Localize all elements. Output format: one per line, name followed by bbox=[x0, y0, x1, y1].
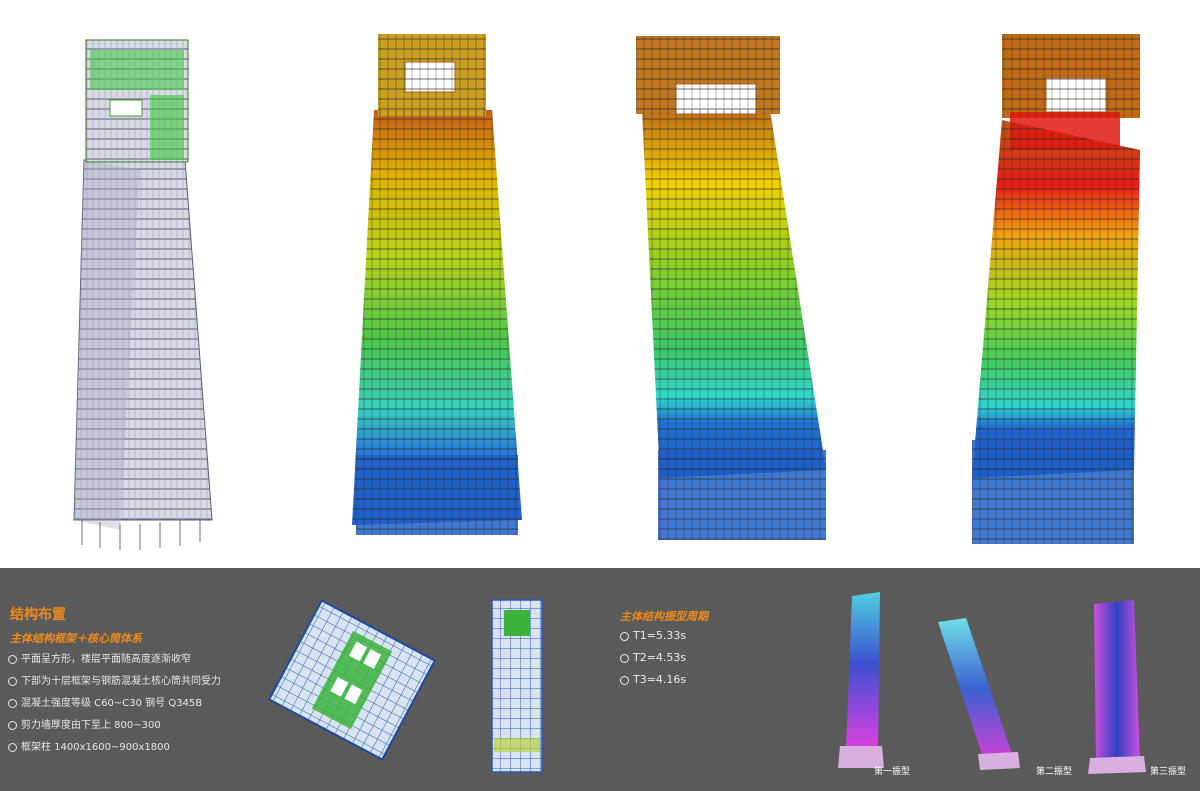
bullet-dot-icon bbox=[8, 654, 17, 664]
structure-bullet: 平面呈方形，楼层平面随高度逐渐收窄 bbox=[8, 652, 221, 674]
tower-mode-contour-2 bbox=[636, 36, 826, 540]
structure-title: 结构布置 bbox=[10, 607, 66, 623]
bullet-dot-icon bbox=[8, 742, 17, 752]
tower-models-graphic bbox=[73, 34, 1140, 550]
bullet-dot-icon bbox=[620, 675, 629, 685]
structure-bullet: 剪力墙厚度由下至上 800~300 bbox=[8, 718, 221, 740]
tower-wireframe-model bbox=[73, 39, 213, 550]
mode-label-3: 第三振型 bbox=[1150, 767, 1187, 777]
bullet-dot-icon bbox=[8, 698, 17, 708]
tower-mode-contour-3 bbox=[972, 34, 1140, 544]
structure-bullet: 下部为十层框架与钢筋混凝土核心筒共同受力 bbox=[8, 674, 221, 696]
structure-bullet-list: 平面呈方形，楼层平面随高度逐渐收窄 下部为十层框架与钢筋混凝土核心筒共同受力 混… bbox=[8, 652, 221, 762]
bullet-dot-icon bbox=[620, 631, 629, 641]
info-panel: 结构布置 主体结构框架＋核心筒体系 平面呈方形，楼层平面随高度逐渐收窄 下部为十… bbox=[0, 568, 1200, 791]
period-item: T2=4.53s bbox=[620, 650, 686, 672]
structure-bullet: 混凝土强度等级 C60~C30 钢号 Q345B bbox=[8, 696, 221, 718]
building-elevation-diagram bbox=[491, 599, 543, 773]
structure-bullet: 框架柱 1400x1600~900x1800 bbox=[8, 740, 221, 762]
bullet-dot-icon bbox=[8, 720, 17, 730]
mode-label-1: 第一振型 bbox=[874, 767, 911, 777]
period-title: 主体结构振型周期 bbox=[620, 610, 708, 623]
period-list: T1=5.33s T2=4.53s T3=4.16s bbox=[620, 628, 686, 694]
structure-subtitle: 主体结构框架＋核心筒体系 bbox=[10, 632, 142, 645]
tower-model-panel bbox=[0, 0, 1200, 568]
mode-label-2: 第二振型 bbox=[1036, 767, 1073, 777]
bullet-dot-icon bbox=[620, 653, 629, 663]
mode-shape-2 bbox=[938, 618, 1020, 770]
period-item: T1=5.33s bbox=[620, 628, 686, 650]
tower-mode-contour-1 bbox=[352, 34, 522, 535]
mode-shape-1 bbox=[838, 592, 884, 768]
bullet-dot-icon bbox=[8, 676, 17, 686]
mode-shape-3 bbox=[1088, 600, 1146, 774]
period-item: T3=4.16s bbox=[620, 672, 686, 694]
floor-plan-diagram bbox=[267, 599, 437, 761]
